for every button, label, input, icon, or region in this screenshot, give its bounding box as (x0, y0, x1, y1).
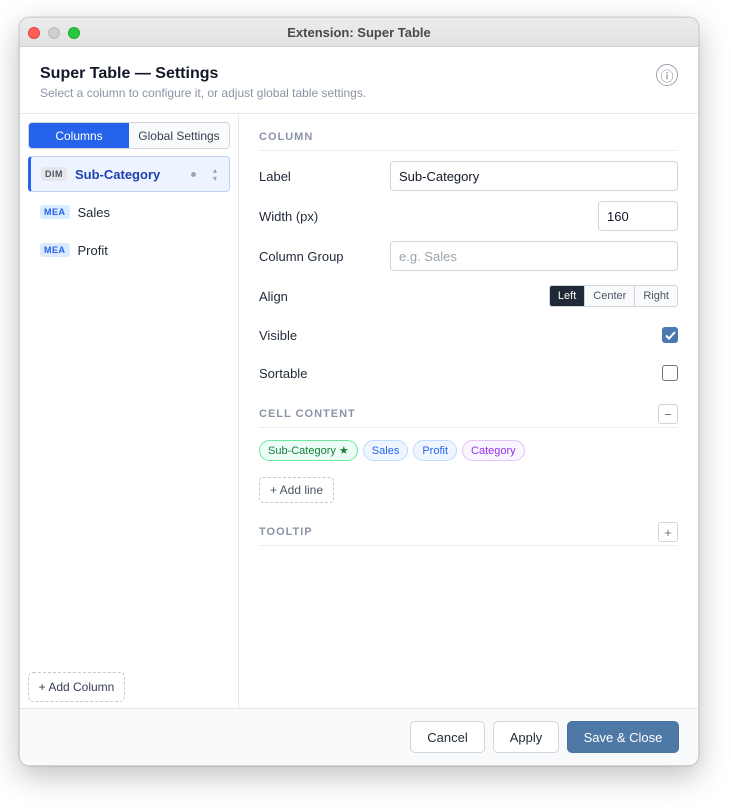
width-row: Width (px) 160 (259, 196, 678, 236)
column-item-sales[interactable]: MEA Sales (28, 194, 230, 230)
minimize-window-button[interactable] (48, 27, 60, 39)
column-group-label: Column Group (259, 248, 344, 264)
visible-row: Visible (259, 316, 678, 354)
sidebar-tabs: Columns Global Settings (28, 122, 230, 149)
window-controls (28, 27, 80, 39)
dialog-footer: Cancel Apply Save & Close (20, 708, 698, 765)
settings-header: Super Table — Settings Select a column t… (20, 47, 698, 114)
title-bar: Extension: Super Table (20, 18, 698, 47)
column-item-sub-category[interactable]: DIM Sub-Category ▴ ▾ (28, 156, 230, 192)
measure-tag: MEA (40, 243, 70, 257)
cell-content-section-heading: CELL CONTENT − (259, 404, 678, 428)
collapse-icon[interactable]: − (658, 404, 678, 424)
cell-chip-sales[interactable]: Sales (362, 440, 409, 461)
column-list: DIM Sub-Category ▴ ▾ MEA Sales MEA Profit (28, 156, 230, 268)
cell-chip-category[interactable]: Category (462, 440, 525, 461)
extension-window: Extension: Super Table Super Table — Set… (19, 17, 699, 766)
align-right-button[interactable]: Right (634, 286, 677, 306)
cell-chip-profit[interactable]: Profit (413, 440, 458, 461)
column-group-input[interactable]: e.g. Sales (390, 241, 678, 271)
align-row: Align Left Center Right (259, 276, 678, 316)
zoom-window-button[interactable] (68, 27, 80, 39)
tooltip-section-heading: TOOLTIP + (259, 522, 678, 546)
add-column-button[interactable]: + Add Column (28, 672, 125, 702)
visible-checkbox[interactable] (662, 327, 678, 343)
sortable-row: Sortable (259, 354, 678, 392)
column-settings-panel: COLUMN Label Sub-Category Width (px) 160… (239, 115, 698, 710)
cell-chip-sub-category[interactable]: Sub-Category ★ (259, 440, 358, 461)
info-icon[interactable]: ⓘ (656, 64, 678, 86)
save-close-button[interactable]: Save & Close (567, 721, 679, 753)
width-field-label: Width (px) (259, 208, 319, 224)
section-heading-text: TOOLTIP (259, 526, 313, 538)
cell-content-chips: Sub-Category ★ Sales Profit Category (259, 440, 678, 461)
status-dot-icon (191, 172, 196, 177)
column-item-label: Profit (77, 242, 108, 258)
column-item-label: Sales (77, 204, 111, 220)
column-item-label: Sub-Category (75, 166, 161, 182)
tab-global-settings[interactable]: Global Settings (129, 123, 229, 148)
column-item-profit[interactable]: MEA Profit (28, 232, 230, 268)
expand-icon[interactable]: + (658, 522, 678, 542)
label-field-label: Label (259, 168, 291, 184)
cancel-button[interactable]: Cancel (410, 721, 485, 753)
checkmark-icon (664, 330, 676, 340)
label-row: Label Sub-Category (259, 156, 678, 196)
measure-tag: MEA (40, 205, 70, 219)
section-heading-text: CELL CONTENT (259, 408, 356, 420)
close-window-button[interactable] (28, 27, 40, 39)
tab-columns[interactable]: Columns (29, 123, 129, 148)
sortable-checkbox[interactable] (662, 365, 678, 381)
visible-label: Visible (259, 327, 298, 343)
align-left-button[interactable]: Left (549, 286, 585, 306)
dimension-tag: DIM (41, 167, 67, 181)
width-input[interactable]: 160 (598, 201, 678, 231)
label-input[interactable]: Sub-Category (390, 161, 678, 191)
align-center-button[interactable]: Center (584, 286, 635, 306)
window-title: Extension: Super Table (287, 24, 431, 40)
settings-body: Columns Global Settings DIM Sub-Category… (20, 115, 698, 710)
reorder-arrows-icon[interactable]: ▴ ▾ (213, 167, 217, 183)
section-heading-text: COLUMN (259, 131, 314, 143)
sidebar: Columns Global Settings DIM Sub-Category… (20, 115, 239, 710)
page-title: Super Table — Settings (40, 65, 219, 82)
align-selector: Left Center Right (548, 285, 678, 307)
align-label: Align (259, 288, 288, 304)
add-line-button[interactable]: + Add line (259, 477, 334, 503)
column-section-heading: COLUMN (259, 131, 678, 151)
apply-button[interactable]: Apply (493, 721, 559, 753)
page-subtitle: Select a column to configure it, or adju… (40, 86, 367, 100)
sortable-label: Sortable (259, 365, 308, 381)
column-group-row: Column Group e.g. Sales (259, 236, 678, 276)
